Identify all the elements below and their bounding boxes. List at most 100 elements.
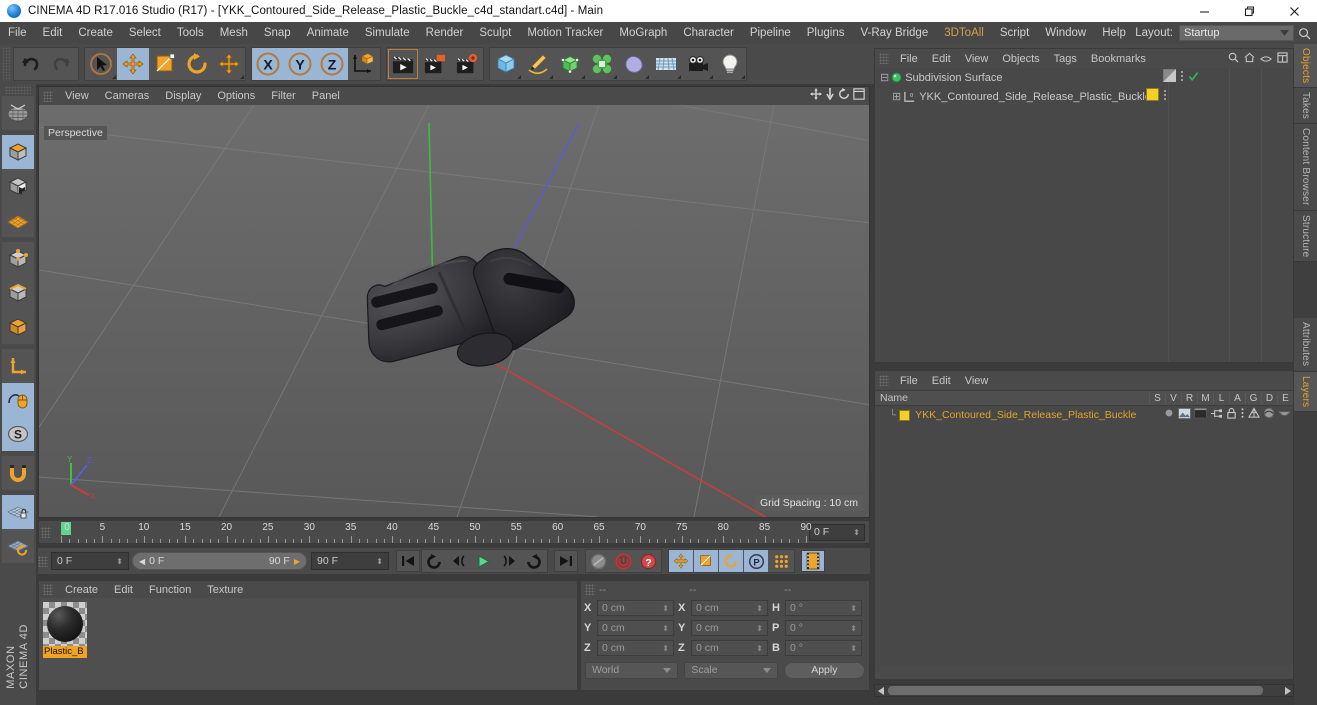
record-grey-icon[interactable] (586, 550, 610, 572)
autokey-red-icon[interactable] (611, 550, 635, 572)
layer-list-body[interactable] (875, 424, 1293, 665)
generator-icon[interactable] (1248, 406, 1260, 424)
layer-menu-view[interactable]: View (958, 375, 996, 387)
input-pos-z[interactable]: 0 cm ⬍ (597, 640, 674, 656)
menu-mograph[interactable]: MoGraph (611, 22, 675, 44)
playbar-grip[interactable] (38, 555, 48, 567)
layer-horizontal-scrollbar[interactable] (874, 684, 1294, 697)
menu-3dtoall[interactable]: 3DToAll (936, 22, 992, 44)
add-light-button[interactable] (714, 48, 746, 80)
preview-range-slider[interactable]: ◀ 0 F 90 F ▶ (132, 552, 307, 570)
material-menu-create[interactable]: Create (57, 584, 106, 596)
perspective-viewport[interactable]: View Cameras Display Options Filter Pane… (38, 86, 870, 518)
spinner-icon[interactable]: ⬍ (756, 604, 763, 613)
texture-mode-button[interactable] (2, 169, 34, 203)
polygons-mode-button[interactable] (2, 310, 34, 344)
expand-toggle-icon[interactable]: ⊞ (892, 90, 901, 103)
viewport-menu-options[interactable]: Options (209, 90, 263, 102)
viewport-menu-filter[interactable]: Filter (263, 90, 303, 102)
object-row-subdivision-surface[interactable]: ⊟ Subdivision Surface (875, 68, 1293, 87)
add-camera-button[interactable] (682, 48, 714, 80)
eye-icon[interactable] (1260, 50, 1272, 68)
rotate-tool[interactable] (181, 48, 213, 80)
minimize-icon[interactable] (1182, 0, 1227, 22)
view-icon[interactable] (1178, 406, 1191, 424)
points-mode-button[interactable] (2, 242, 34, 276)
size-mode-dropdown[interactable]: Scale (684, 661, 778, 679)
move-tool[interactable] (117, 48, 149, 80)
input-size-y[interactable]: 0 cm ⬍ (691, 620, 768, 636)
viewport-menu-cameras[interactable]: Cameras (97, 90, 158, 102)
input-pos-y[interactable]: 0 cm ⬍ (597, 620, 674, 636)
magnet-icon[interactable] (2, 456, 34, 490)
input-rot-p[interactable]: 0 ° ⬍ (785, 620, 862, 636)
timeline-ruler[interactable]: 0 5 10 15 20 25 30 35 40 45 50 55 60 65 70 75 80 85 90 0 F… (38, 520, 870, 544)
viewport-menu-view[interactable]: View (57, 90, 97, 102)
filmstrip-icon[interactable] (801, 550, 825, 572)
layer-color-swatch[interactable] (899, 409, 911, 421)
layer-row[interactable]: └ YKK_Contoured_Side_Release_Plastic_Buc… (875, 406, 1293, 424)
object-menu-bookmarks[interactable]: Bookmarks (1084, 53, 1153, 65)
model-mode-button[interactable] (2, 135, 34, 169)
menu-file[interactable]: File (0, 22, 35, 44)
add-spline-button[interactable] (522, 48, 554, 80)
uv-mesh-icon[interactable] (2, 203, 34, 237)
scrollbar-thumb[interactable] (888, 686, 1263, 695)
pan-icon[interactable] (810, 87, 822, 105)
timeline-frame-field[interactable]: 0 F ⬍ (809, 523, 865, 541)
menu-script[interactable]: Script (992, 22, 1037, 44)
expand-toggle-icon[interactable]: ⊟ (880, 71, 889, 84)
input-size-x[interactable]: 0 cm ⬍ (691, 600, 768, 616)
pla-dots-icon[interactable] (769, 550, 793, 572)
previous-key-button[interactable] (447, 550, 471, 572)
menu-animate[interactable]: Animate (299, 22, 357, 44)
search-icon[interactable] (1228, 50, 1239, 68)
question-red-icon[interactable]: ? (636, 550, 660, 572)
object-menu-objects[interactable]: Objects (995, 53, 1046, 65)
object-tree[interactable]: ⊟ Subdivision Surface ⊞ 0 YKK_Contoured_… (875, 68, 1293, 362)
tab-structure[interactable]: Structure (1294, 210, 1317, 263)
search-icon[interactable] (1294, 24, 1314, 42)
menu-pipeline[interactable]: Pipeline (742, 22, 799, 44)
lock-icon[interactable] (1226, 406, 1237, 424)
deformer-icon[interactable] (1263, 406, 1275, 424)
spinner-icon[interactable]: ⬍ (756, 624, 763, 633)
checker-tag-icon[interactable] (1162, 68, 1177, 87)
scroll-right-icon[interactable] (1281, 685, 1293, 696)
object-row-buckle[interactable]: ⊞ 0 YKK_Contoured_Side_Release_Plastic_B… (875, 87, 1293, 106)
material-menu-edit[interactable]: Edit (106, 584, 141, 596)
make-editable-button[interactable] (2, 96, 34, 130)
play-forwards-button[interactable] (472, 550, 496, 572)
menu-snap[interactable]: Snap (256, 22, 299, 44)
scroll-left-icon[interactable] (875, 685, 887, 696)
layer-menu-edit[interactable]: Edit (925, 375, 958, 387)
menu-tools[interactable]: Tools (169, 22, 212, 44)
go-to-end-button[interactable] (554, 550, 578, 572)
tag-dots-icon[interactable] (1163, 88, 1167, 106)
undo-button[interactable] (14, 48, 46, 80)
loop-button[interactable] (522, 550, 546, 572)
spinner-icon[interactable]: ⬍ (850, 604, 857, 613)
next-key-button[interactable] (497, 550, 521, 572)
spinner-icon[interactable]: ⬍ (376, 557, 383, 566)
viewport-grip[interactable] (43, 90, 53, 102)
scale-key-button[interactable] (694, 550, 718, 572)
render-view-button[interactable] (387, 48, 419, 80)
menu-render[interactable]: Render (418, 22, 472, 44)
menu-help[interactable]: Help (1094, 22, 1134, 44)
animation-dots-icon[interactable] (1240, 406, 1245, 424)
yellow-material-tag-icon[interactable] (1146, 87, 1159, 106)
tag-dots-icon[interactable] (1180, 69, 1184, 87)
menu-plugins[interactable]: Plugins (799, 22, 853, 44)
spinner-icon[interactable]: ⬍ (756, 644, 763, 653)
position-key-button[interactable] (669, 550, 693, 572)
apply-button[interactable]: Apply (783, 661, 865, 679)
preview-range-right-arrow[interactable]: ▶ (294, 557, 300, 566)
material-manager-grip[interactable] (43, 584, 53, 595)
edges-mode-button[interactable] (2, 276, 34, 310)
s-circle-icon[interactable]: S (2, 417, 34, 451)
spinner-icon[interactable]: ⬍ (850, 624, 857, 633)
close-icon[interactable] (1272, 0, 1317, 22)
menu-vray-bridge[interactable]: V-Ray Bridge (852, 22, 936, 44)
add-cube-button[interactable] (490, 48, 522, 80)
